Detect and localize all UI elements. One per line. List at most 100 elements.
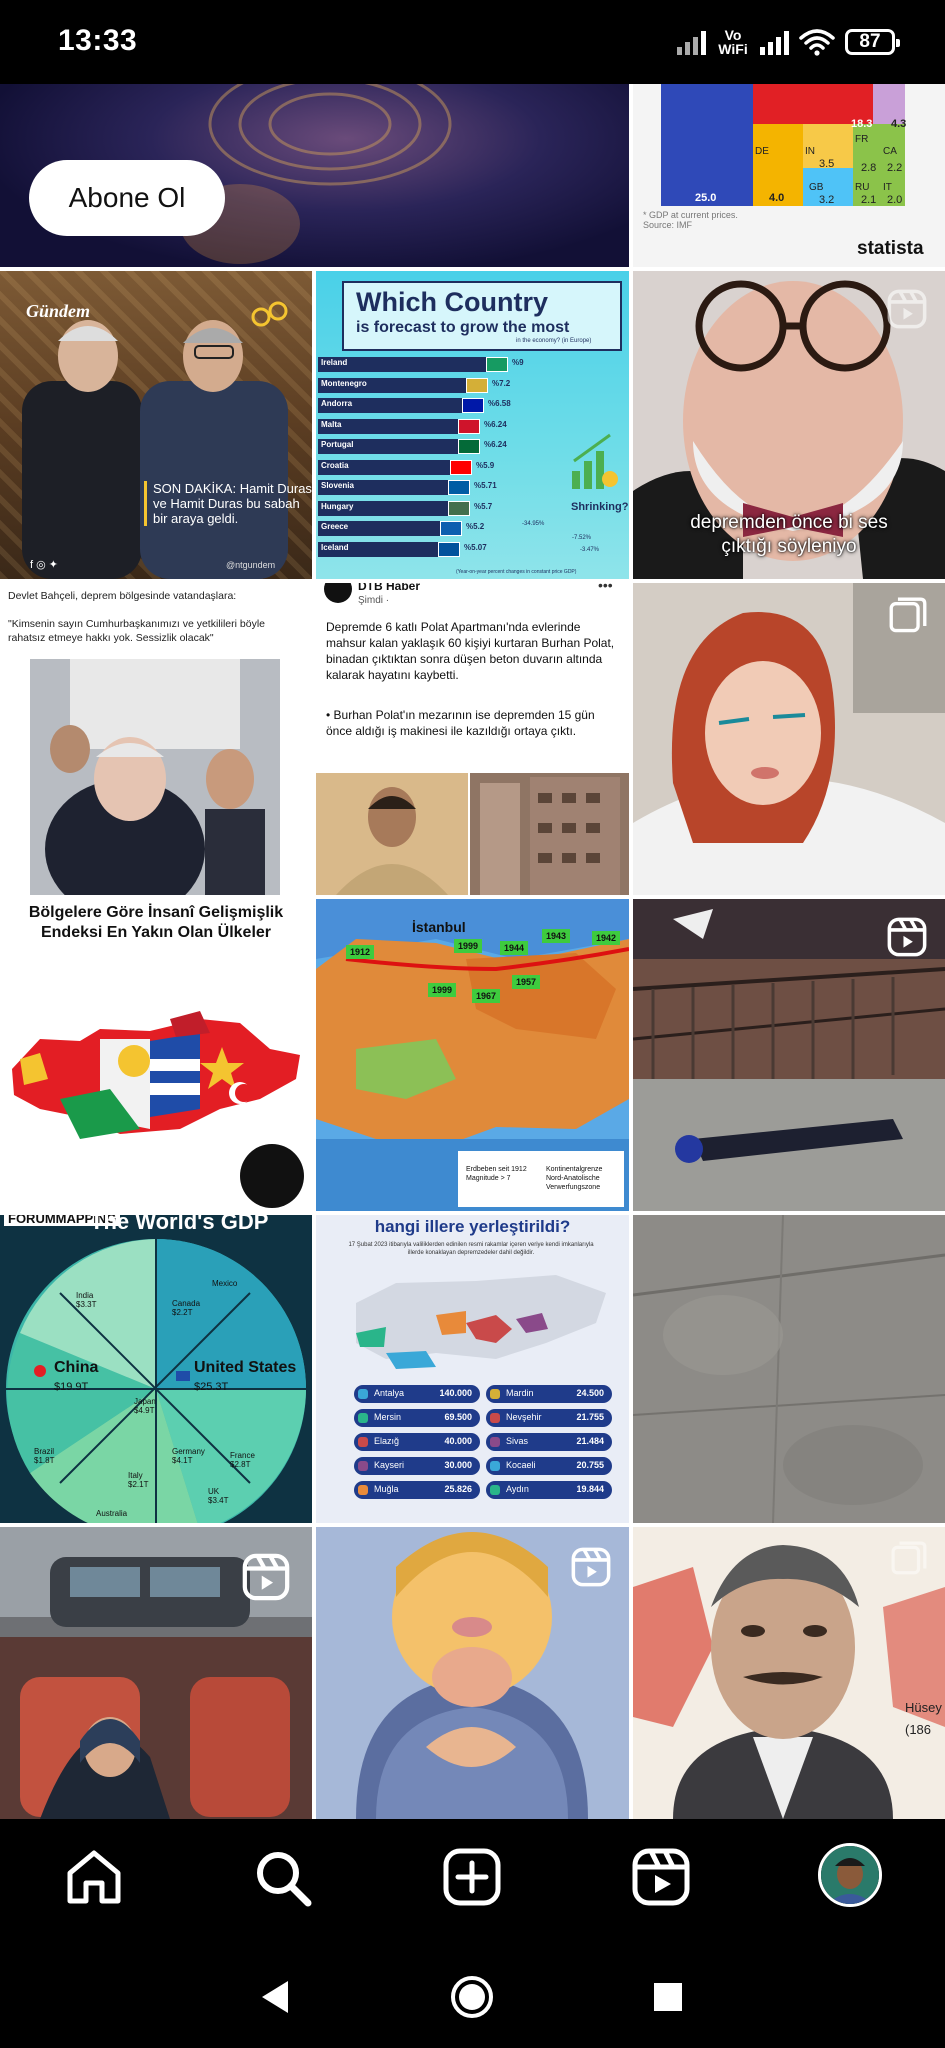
news-caption: SON DAKİKA: Hamit Duras ve Hamit Duras b… <box>144 481 312 526</box>
growth-value: %6.24 <box>484 440 507 449</box>
growth-title: Which Country <box>356 287 548 317</box>
news-photo-tile[interactable]: Gündem SON DAKİKA: Hamit Duras ve Hamit … <box>0 271 312 579</box>
chart-value: 2.8 <box>861 162 877 174</box>
selfie-tile[interactable] <box>633 583 945 895</box>
us-value: $25.3T <box>194 1381 229 1393</box>
province-value: 25.826 <box>444 1484 472 1494</box>
status-icons: Vo WiFi 87 <box>677 24 900 60</box>
profile-avatar[interactable] <box>818 1843 882 1907</box>
country-code: IT <box>883 182 892 193</box>
recents-icon[interactable] <box>652 1981 684 2013</box>
forummapping-badge <box>240 1144 304 1208</box>
polat-photos <box>316 773 629 895</box>
reel-tile-stadium[interactable] <box>633 899 945 1211</box>
earthquake-map-tile[interactable]: İstanbul 1912 1999 1943 1942 1999 1944 1… <box>316 899 629 1211</box>
reels-icon[interactable] <box>629 1845 693 1909</box>
battery-indicator: 87 <box>845 29 900 55</box>
gdp-statista-tile[interactable]: 25.0 4.0 18.3 4.3 3.5 3.2 2.8 2.2 2.1 2.… <box>633 84 945 267</box>
province-color <box>358 1437 368 1447</box>
portrait-art-tile[interactable]: Hüsey Gü (186 <box>633 1527 945 1819</box>
dtb-news-tile[interactable]: DTB Haber Şimdi · ••• Depremde 6 katlı P… <box>316 583 629 895</box>
growth-row: Iceland <box>318 541 460 557</box>
subscribe-button[interactable]: Abone Ol <box>29 160 225 236</box>
growth-row: Croatia <box>318 459 472 475</box>
province-color <box>490 1461 500 1471</box>
province-color <box>490 1437 500 1447</box>
province-row: Elazığ 40.000 <box>354 1433 480 1451</box>
gdp-label: Brazil $1.8T <box>34 1447 55 1465</box>
shrinking-label: Shrinking? <box>571 501 629 513</box>
province-row: Nevşehir 21.755 <box>486 1409 612 1427</box>
year-tag: 1957 <box>512 975 541 989</box>
growth-row: Ireland <box>318 357 508 372</box>
provinces-intro: 17 Şubat 2023 itibarıyla valiliklerden e… <box>348 1242 594 1256</box>
growth-country: Hungary <box>321 501 354 511</box>
hdi-title: Bölgelere Göre İnsanî Gelişmişlik Endeks… <box>28 904 284 941</box>
news-handle: @ntgundem <box>226 560 276 570</box>
province-color <box>358 1389 368 1399</box>
growth-chart-tile[interactable]: Which Country is forecast to grow the mo… <box>316 271 629 579</box>
flag-icon <box>458 439 480 454</box>
flag-icon <box>450 459 472 475</box>
concrete-photo <box>633 1215 945 1523</box>
province-color <box>358 1413 368 1423</box>
growth-country: Malta <box>321 419 342 429</box>
legend-quakes: Erdbeben seit 1912 Magnitude > 7 <box>466 1166 527 1182</box>
growth-value: %9 <box>512 358 524 367</box>
back-icon[interactable] <box>258 1979 292 2015</box>
chart-value: 18.3 <box>851 118 873 130</box>
flag-icon <box>486 357 508 372</box>
flag-icon <box>462 398 484 413</box>
province-name: Kocaeli <box>506 1460 536 1470</box>
country-code: CA <box>883 146 897 157</box>
growth-footnote: (Year-on-year percent changes in constan… <box>456 569 577 575</box>
shrink-value: -7.52% <box>572 535 592 541</box>
video-tile-subscribe[interactable]: Abone Ol <box>0 84 629 267</box>
hdi-map-tile[interactable]: Bölgelere Göre İnsanî Gelişmişlik Endeks… <box>0 899 312 1211</box>
home-button-icon[interactable] <box>449 1974 495 2020</box>
reel-tile-professor[interactable]: depremden önce bi ses çıktığı söyleniyo <box>633 271 945 579</box>
reels-badge-icon <box>887 917 927 957</box>
growth-value: %5.9 <box>476 460 495 470</box>
chart-value: 25.0 <box>695 192 717 204</box>
account-name: DTB Haber <box>358 583 421 593</box>
growth-value: %6.24 <box>484 419 507 429</box>
growth-country: Slovenia <box>321 481 354 490</box>
province-name: Antalya <box>374 1388 405 1398</box>
bahceli-quote-tile[interactable]: Devlet Bahçeli, deprem bölgesinde vatand… <box>0 583 312 895</box>
clock: 13:33 <box>58 24 138 57</box>
provinces-tile[interactable]: hangi illere yerleştirildi? 17 Şubat 202… <box>316 1215 629 1523</box>
growth-country: Portugal <box>321 440 354 449</box>
world-gdp-title: The World's GDP <box>90 1215 269 1234</box>
province-color <box>358 1461 368 1471</box>
year-tag: 1999 <box>454 939 483 953</box>
flag-icon <box>438 541 460 557</box>
battery-level: 87 <box>859 31 881 52</box>
province-row: Muğla 25.826 <box>354 1481 480 1499</box>
gdp-label: Australia <box>96 1509 128 1518</box>
create-icon[interactable] <box>440 1845 504 1909</box>
gdp-label: UK $3.4T <box>208 1487 229 1505</box>
province-value: 24.500 <box>576 1388 604 1398</box>
explore-grid: Abone Ol 25.0 4.0 18.3 4.3 3.5 3.2 2.8 2… <box>0 84 945 1819</box>
province-value: 21.484 <box>576 1436 604 1446</box>
growth-value: %6.58 <box>488 399 511 408</box>
chart-value: 2.1 <box>861 194 877 206</box>
reel-tile-car[interactable] <box>0 1527 312 1819</box>
province-color <box>490 1389 500 1399</box>
reel-tile-cartoon[interactable] <box>316 1527 629 1819</box>
year-tag: 1943 <box>542 929 571 943</box>
gdp-label: France $2.8T <box>230 1451 255 1469</box>
reels-badge-icon <box>887 289 927 329</box>
flag-icon <box>448 500 470 516</box>
carousel-icon <box>889 597 927 633</box>
growth-value: %5.7 <box>474 501 493 511</box>
parking-lot-tile[interactable] <box>633 1215 945 1523</box>
home-icon[interactable] <box>62 1845 126 1909</box>
quote-text: Devlet Bahçeli, deprem bölgesinde vatand… <box>8 590 265 644</box>
growth-row: Hungary <box>318 500 470 516</box>
province-value: 140.000 <box>439 1388 472 1398</box>
avatar-photo <box>821 1846 879 1904</box>
world-gdp-tile[interactable]: FORUMMAPPING The World's GDP China $19.9… <box>0 1215 312 1523</box>
search-icon[interactable] <box>250 1845 314 1909</box>
